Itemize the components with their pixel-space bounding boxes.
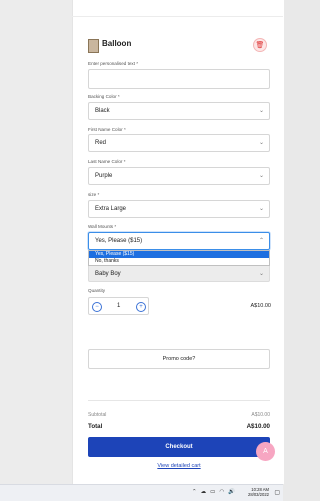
backing-color-label: Backing Color * bbox=[88, 94, 120, 99]
decrement-button[interactable]: − bbox=[92, 302, 102, 312]
balloon-image-icon bbox=[88, 39, 99, 53]
backing-color-value: Black bbox=[95, 108, 110, 114]
first-name-color-select[interactable]: Red ⌄ bbox=[88, 134, 270, 152]
system-clock[interactable]: 10:28 AM 28/03/2022 bbox=[248, 487, 269, 497]
last-name-color-select[interactable]: Purple ⌄ bbox=[88, 167, 270, 185]
checkout-button[interactable]: Checkout bbox=[88, 437, 270, 457]
volume-icon[interactable]: 🔊 bbox=[228, 489, 235, 495]
total-value: A$10.00 bbox=[246, 423, 270, 430]
wall-mounts-value: Yes, Please ($15) bbox=[95, 238, 143, 244]
cloud-icon[interactable]: ☁ bbox=[201, 489, 207, 495]
product-title: Balloon bbox=[102, 39, 132, 48]
dropdown-option[interactable]: Yes, Please ($15) bbox=[89, 251, 269, 258]
wall-mounts-label: Wall Mounts * bbox=[88, 224, 117, 229]
notification-icon[interactable]: ▢ bbox=[274, 489, 280, 496]
backing-color-select[interactable]: Black ⌄ bbox=[88, 102, 270, 120]
page-background bbox=[0, 0, 72, 484]
dropdown-option[interactable]: No, thanks bbox=[89, 258, 269, 265]
clock-date: 28/03/2022 bbox=[248, 492, 269, 497]
size-value: Extra Large bbox=[95, 206, 127, 212]
chevron-down-icon: ⌄ bbox=[258, 140, 264, 146]
chevron-down-icon: ⌄ bbox=[258, 206, 264, 212]
gender-select[interactable]: Baby Boy ⌄ bbox=[88, 264, 270, 282]
chevron-up-icon: ⌃ bbox=[258, 238, 264, 244]
summary-divider bbox=[88, 400, 270, 401]
line-item-price: A$10.00 bbox=[250, 303, 272, 309]
last-name-color-label: Last Name Color * bbox=[88, 159, 126, 164]
subtotal-label: Subtotal bbox=[88, 412, 107, 418]
checkout-label: Checkout bbox=[165, 444, 193, 450]
battery-icon[interactable]: ▭ bbox=[210, 489, 215, 495]
quantity-label: Quantity bbox=[88, 288, 106, 293]
chevron-down-icon: ⌄ bbox=[258, 173, 264, 179]
chevron-up-icon[interactable]: ⌃ bbox=[192, 489, 197, 495]
gender-value: Baby Boy bbox=[95, 271, 121, 277]
panel-top-divider bbox=[72, 16, 283, 17]
wifi-icon[interactable]: ◠ bbox=[219, 489, 224, 495]
subtotal-value: A$10.00 bbox=[251, 412, 270, 418]
chevron-down-icon: ⌄ bbox=[258, 108, 264, 114]
chat-avatar-button[interactable]: A bbox=[256, 442, 275, 461]
quantity-value: 1 bbox=[117, 303, 121, 309]
product-header: Balloon 🗑 bbox=[88, 38, 271, 54]
trash-icon: 🗑 bbox=[255, 41, 265, 49]
taskbar: ⌃ ☁ ▭ ◠ 🔊 10:28 AM 28/03/2022 ▢ bbox=[0, 484, 283, 501]
personalised-text-label: Enter personalised text * bbox=[88, 61, 139, 66]
total-label: Total bbox=[88, 423, 103, 430]
size-label: size * bbox=[88, 192, 100, 197]
remove-item-button[interactable]: 🗑 bbox=[253, 38, 267, 52]
quantity-stepper: − 1 + bbox=[88, 297, 149, 315]
personalised-text-input[interactable] bbox=[88, 69, 270, 89]
wall-mounts-select[interactable]: Yes, Please ($15) ⌃ bbox=[88, 232, 270, 250]
last-name-color-value: Purple bbox=[95, 173, 113, 179]
first-name-color-label: First Name Color * bbox=[88, 127, 126, 132]
promo-code-label: Promo code? bbox=[162, 356, 196, 362]
system-tray: ⌃ ☁ ▭ ◠ 🔊 bbox=[192, 489, 235, 495]
view-detailed-cart-link[interactable]: View detailed cart bbox=[88, 463, 270, 469]
wall-mounts-dropdown: Yes, Please ($15) No, thanks bbox=[88, 250, 270, 266]
size-select[interactable]: Extra Large ⌄ bbox=[88, 200, 270, 218]
chevron-down-icon: ⌄ bbox=[258, 271, 264, 277]
promo-code-button[interactable]: Promo code? bbox=[88, 349, 270, 369]
increment-button[interactable]: + bbox=[136, 302, 146, 312]
first-name-color-value: Red bbox=[95, 140, 107, 146]
